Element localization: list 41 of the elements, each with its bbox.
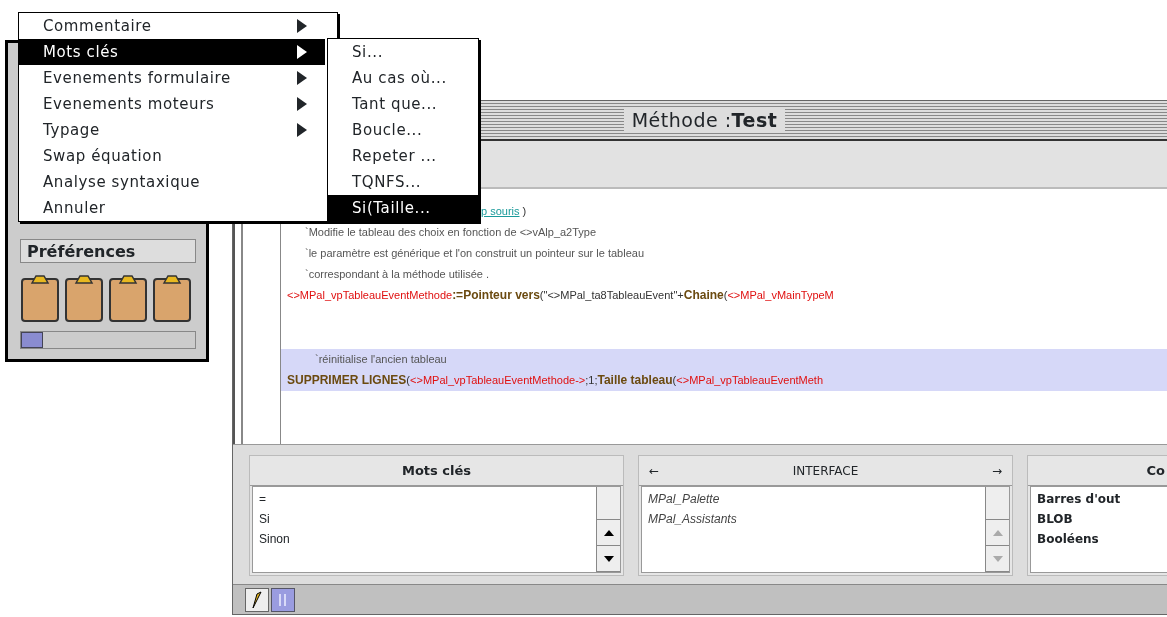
panel-title: Mots clés <box>401 463 472 478</box>
scrollbar[interactable] <box>20 331 196 349</box>
panel-title: INTERFACE <box>792 463 859 478</box>
vertical-scrollbar[interactable] <box>596 487 620 572</box>
menu-item[interactable]: Evenements formulaire <box>19 65 325 91</box>
menu-item[interactable]: Typage <box>19 117 325 143</box>
menu-item[interactable]: Mots clés <box>19 39 325 65</box>
menu-item[interactable]: Si(Taille... <box>328 195 478 221</box>
menu-item[interactable]: Au cas où... <box>328 65 478 91</box>
split-view-icon[interactable] <box>271 587 295 612</box>
list-item[interactable]: MPal_Palette <box>648 489 979 509</box>
list-item[interactable]: Booléens <box>1037 529 1166 549</box>
code-comment: `réinitialise l'ancien tableau <box>281 349 1167 370</box>
code-link[interactable]: p souris <box>481 205 520 217</box>
scroll-up-icon[interactable] <box>602 528 615 537</box>
menu-item[interactable]: Evenements moteurs <box>19 91 325 117</box>
palette-title: Préférences <box>20 239 196 263</box>
pencil-icon[interactable] <box>245 587 269 612</box>
menu-item[interactable]: TQNFS... <box>328 169 478 195</box>
menu-item[interactable]: Boucle... <box>328 117 478 143</box>
list-item[interactable]: Si <box>259 509 590 529</box>
code-line: <>MPal_vpTableauEventMethode:=Pointeur vers("<>MPal_ta8TableauEvent"+Chaine(<>MPal_vMainTypeM <box>286 287 835 304</box>
list-item[interactable]: Barres d'out <box>1037 489 1166 509</box>
code-comment: `Modifie le tableau des choix en fonction de <>vAlp_a2Type <box>304 225 598 240</box>
list-item[interactable]: BLOB <box>1037 509 1166 529</box>
panel-title: Co <box>1146 463 1165 478</box>
next-arrow[interactable]: → <box>991 463 1002 478</box>
list-item[interactable]: MPal_Assistants <box>648 509 979 529</box>
code-comment: `le paramètre est générique et l'on construit un pointeur sur le tableau <box>304 246 646 261</box>
menu-item[interactable]: Tant que... <box>328 91 478 117</box>
window-title: Méthode :Test <box>623 109 786 131</box>
menu-item[interactable]: Swap équation <box>19 143 325 169</box>
previous-arrow[interactable]: ← <box>649 463 660 478</box>
list-item[interactable]: = <box>259 489 590 509</box>
code-comment: `correspondant à la méthode utilisée . <box>304 267 491 282</box>
menu-item[interactable]: Annuler <box>19 195 325 221</box>
menu-item[interactable]: Analyse syntaxique <box>19 169 325 195</box>
list-item[interactable]: Sinon <box>259 529 590 549</box>
menu-item[interactable]: Si... <box>328 39 478 65</box>
menu-item[interactable]: Repeter ... <box>328 143 478 169</box>
scroll-down-icon[interactable] <box>602 554 615 563</box>
